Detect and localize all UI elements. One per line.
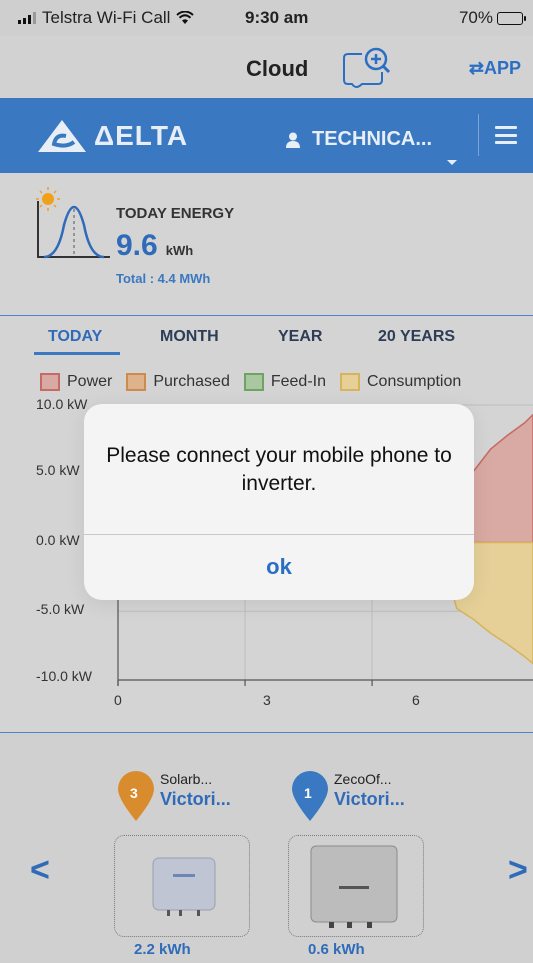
legend-purchased[interactable]: Purchased — [126, 373, 230, 391]
device-name: Solarb... — [160, 771, 213, 787]
period-tabs: TODAY MONTH YEAR 20 YEARS — [0, 315, 533, 355]
legend-swatch-purchased — [126, 373, 147, 391]
signal-icon — [18, 12, 36, 24]
inverter-icon — [152, 857, 216, 916]
status-time: 9:30 am — [245, 8, 309, 27]
cloud-search-icon[interactable] — [340, 44, 390, 94]
inverter-icon — [310, 845, 398, 928]
tab-year[interactable]: YEAR — [278, 328, 322, 346]
x-tick-label: 6 — [412, 692, 420, 708]
caret-down-icon — [447, 160, 457, 165]
status-bar: Telstra Wi-Fi Call 9:30 am 70% — [0, 0, 533, 36]
device-badge: 1 — [304, 785, 312, 801]
energy-number: 9.6 — [116, 229, 158, 262]
legend-label-consumption: Consumption — [367, 373, 462, 390]
carousel-next-button[interactable]: > — [508, 851, 528, 890]
device-card[interactable]: 3 Solarb... Victori... 2.2 kWh — [114, 755, 254, 958]
legend-label-power: Power — [67, 373, 113, 390]
legend-feed-in[interactable]: Feed-In — [243, 373, 326, 391]
user-name: TECHNICA... — [312, 128, 432, 150]
delta-logo-icon — [38, 120, 86, 152]
delta-logo: ΔELTA — [36, 118, 188, 154]
device-name: ZecoOf... — [334, 771, 392, 787]
nav-title: Cloud — [246, 56, 309, 81]
energy-unit: kWh — [165, 243, 194, 258]
solar-curve-icon — [36, 187, 110, 259]
wifi-icon — [176, 11, 195, 24]
battery-percent: 70% — [458, 8, 493, 27]
tab-20-years[interactable]: 20 YEARS — [378, 328, 455, 346]
legend-power[interactable]: Power — [40, 373, 112, 391]
active-tab-indicator — [34, 352, 120, 355]
logo-text: ΔELTA — [94, 120, 189, 151]
dialog-message: Please connect your mobile phone to inve… — [106, 444, 452, 495]
menu-icon[interactable] — [495, 126, 517, 144]
carousel-prev-button[interactable]: < — [30, 851, 50, 890]
user-menu[interactable]: TECHNICA... — [286, 128, 432, 151]
battery-icon — [497, 11, 526, 25]
device-card[interactable]: 1 ZecoOf... Victori... 0.6 kWh — [288, 755, 428, 958]
user-icon — [286, 132, 300, 148]
energy-total: Total : 4.4 MWh — [116, 271, 211, 286]
energy-summary: TODAY ENERGY 9.6 kWh Total : 4.4 MWh — [0, 173, 533, 313]
nav-bar: Cloud ⇄APP — [0, 36, 533, 98]
energy-value: 9.6 kWh — [116, 229, 193, 263]
brand-bar: ΔELTA TECHNICA... — [0, 98, 533, 173]
device-carousel: < > 3 Solarb... Victori... 2.2 kWh 1 Zec… — [0, 732, 533, 963]
y-tick-label: 0.0 kW — [36, 532, 80, 548]
legend-swatch-consumption — [340, 373, 360, 391]
legend-label-feed-in: Feed-In — [270, 373, 326, 390]
y-tick-label: 10.0 kW — [36, 396, 88, 412]
y-tick-label: -10.0 kW — [36, 668, 93, 684]
y-tick-label: -5.0 kW — [36, 601, 85, 617]
ok-button[interactable]: ok — [84, 534, 474, 600]
device-location: Victori... — [160, 789, 231, 809]
y-tick-label: 5.0 kW — [36, 462, 80, 478]
x-tick-label: 0 — [114, 692, 122, 708]
switch-app-button[interactable]: ⇄APP — [469, 58, 521, 79]
legend-swatch-feed-in — [243, 373, 264, 391]
header-divider — [478, 114, 479, 156]
tab-today[interactable]: TODAY — [48, 328, 102, 346]
status-left: Telstra Wi-Fi Call — [18, 8, 195, 28]
device-energy: 2.2 kWh — [134, 941, 191, 958]
device-energy: 0.6 kWh — [308, 941, 365, 958]
device-badge: 3 — [130, 785, 138, 801]
alert-dialog: Please connect your mobile phone to inve… — [84, 404, 474, 600]
chart-legend: Power Purchased Feed-In Consumption — [40, 373, 461, 391]
legend-swatch-power — [40, 373, 60, 391]
device-location: Victori... — [334, 789, 405, 809]
legend-label-purchased: Purchased — [153, 373, 230, 390]
x-tick-label: 3 — [263, 692, 271, 708]
legend-consumption[interactable]: Consumption — [340, 373, 461, 391]
device-image — [114, 835, 250, 937]
carrier-label: Telstra Wi-Fi Call — [42, 8, 171, 27]
energy-label: TODAY ENERGY — [116, 205, 235, 222]
tab-month[interactable]: MONTH — [160, 328, 219, 346]
status-right: 70% — [458, 8, 526, 28]
device-image — [288, 835, 424, 937]
